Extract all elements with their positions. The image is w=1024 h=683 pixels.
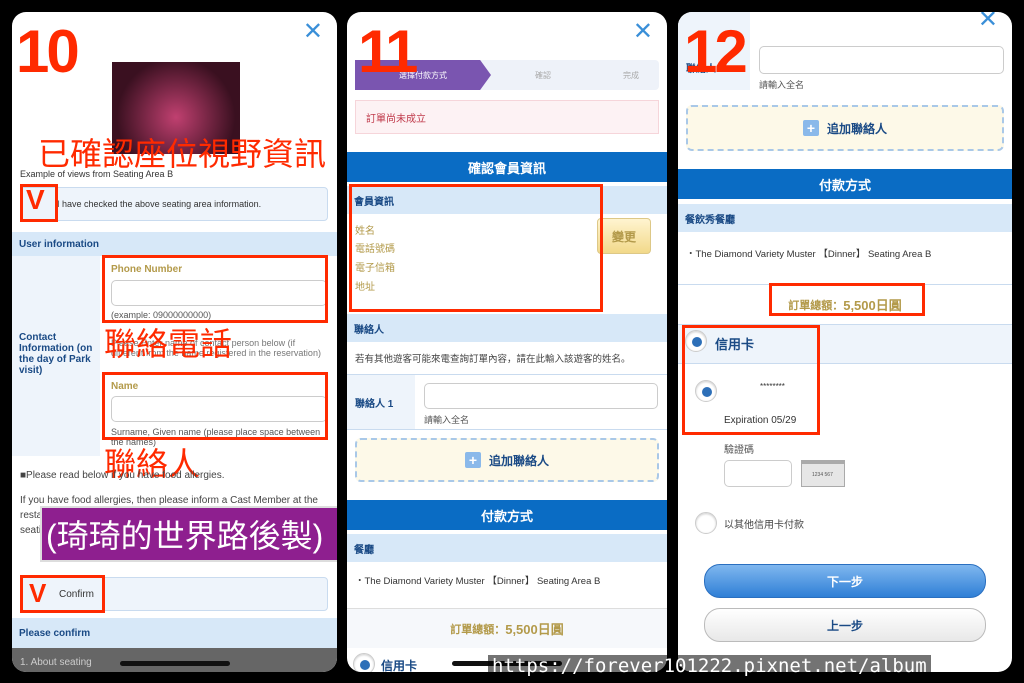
checkmark-icon: V — [26, 184, 45, 215]
add-contact-button[interactable]: + 追加聯絡人 — [355, 438, 659, 482]
add-contact-button[interactable]: + 追加聯絡人 — [686, 105, 1004, 151]
watermark-banner: (琦琦的世界路後製) — [40, 506, 337, 562]
step-label: 確認 — [535, 71, 551, 80]
add-contact-label: 追加聯絡人 — [488, 453, 549, 468]
step-number: 12 — [684, 18, 748, 85]
user-info-header: User information — [12, 232, 337, 256]
allergy-title: ■Please read below if you have food alle… — [20, 470, 225, 481]
close-icon[interactable]: ✕ — [303, 20, 323, 44]
plus-icon: + — [802, 120, 819, 136]
contact1-input[interactable] — [759, 46, 1004, 74]
order-alert: 訂單尚未成立 — [355, 100, 659, 134]
prev-label: 上一步 — [826, 618, 863, 633]
change-button[interactable]: 變更 — [597, 218, 651, 254]
annotation-box — [349, 184, 603, 312]
checkmark-icon: V — [29, 578, 47, 608]
step-number: 11 — [358, 18, 418, 85]
contact1-label-cell: 聯絡人 1 — [347, 375, 415, 429]
plus-icon: + — [464, 452, 481, 468]
order-item: ・The Diamond Variety Muster 【Dinner】 Sea… — [686, 249, 932, 260]
annotation-title: 已確認座位視野資訊 — [38, 136, 327, 172]
total-value: 5,500日圓 — [505, 622, 564, 637]
annotation-phone: 聯絡電話 — [104, 326, 233, 362]
cvv-card-icon: 1234 567 — [801, 460, 845, 487]
about-seating: 1. About seating — [20, 657, 92, 668]
payment-bar: 付款方式 — [678, 169, 1012, 199]
prev-button[interactable]: 上一步 — [704, 608, 986, 642]
home-indicator — [119, 661, 230, 666]
other-card-radio[interactable] — [695, 512, 717, 534]
panel-step-11: ✕ 選擇付款方式 確認 完成 訂單尚未成立 確認會員資訊 會員資訊 姓名 電話號… — [347, 12, 667, 672]
seat-check-label: I have checked the above seating area in… — [57, 199, 262, 209]
step-label: 完成 — [623, 71, 639, 80]
payment-bar: 付款方式 — [347, 500, 667, 530]
restaurant-header: 餐廳 — [347, 534, 667, 562]
contact-label: Contact Information (on the day of Park … — [19, 332, 93, 376]
contact-note: 若有其他遊客可能來電查詢訂單內容，請在此輸入該遊客的姓名。 — [355, 354, 631, 365]
step-number: 10 — [16, 18, 80, 85]
order-item: ・The Diamond Variety Muster 【Dinner】 Sea… — [355, 576, 601, 587]
contact1-row: 聯絡人 1 請輸入全名 — [347, 374, 667, 430]
total-label: 訂單總額： — [450, 623, 506, 636]
restaurant-header: 餐飲秀餐廳 — [678, 204, 1012, 232]
cvv-label: 驗證碼 — [724, 445, 754, 456]
member-info-bar: 確認會員資訊 — [347, 152, 667, 182]
panel-step-10: ✕ Example of views from Seating Area B I… — [12, 12, 337, 672]
contact1-label: 聯絡人 1 — [355, 398, 394, 410]
other-card-label: 以其他信用卡付款 — [724, 520, 804, 531]
cvv-input[interactable] — [724, 460, 792, 487]
contact1-hint: 請輸入全名 — [759, 80, 805, 90]
contact-header: 聯絡人 — [347, 314, 667, 342]
next-label: 下一步 — [826, 574, 863, 589]
seat-check-box[interactable]: I have checked the above seating area in… — [20, 187, 328, 221]
annotation-box — [102, 255, 328, 323]
please-confirm-header: Please confirm — [12, 618, 337, 648]
contact1-hint: 請輸入全名 — [424, 415, 470, 425]
watermark-url: https://forever101222.pixnet.net/album — [488, 655, 931, 677]
cvv-sample: 1234 567 — [812, 472, 833, 478]
annotation-box — [682, 325, 820, 435]
add-contact-label: 追加聯絡人 — [826, 121, 887, 136]
credit-card-radio[interactable] — [353, 653, 375, 672]
annotation-box — [769, 283, 925, 316]
next-button[interactable]: 下一步 — [704, 564, 986, 598]
change-label: 變更 — [611, 229, 636, 244]
watermark-banner-text: (琦琦的世界路後製) — [46, 518, 324, 554]
alert-text: 訂單尚未成立 — [366, 113, 426, 125]
panel-step-12: ✕ 聯絡人 1 請輸入全名 + 追加聯絡人 付款方式 餐飲秀餐廳 ・The Dia… — [678, 12, 1012, 672]
close-icon[interactable]: ✕ — [978, 12, 998, 32]
order-total: 訂單總額： 5,500日圓 — [347, 608, 667, 648]
contact1-input[interactable] — [424, 383, 658, 409]
credit-card-label: 信用卡 — [381, 659, 418, 672]
close-icon[interactable]: ✕ — [633, 20, 653, 44]
annotation-box — [102, 372, 328, 440]
